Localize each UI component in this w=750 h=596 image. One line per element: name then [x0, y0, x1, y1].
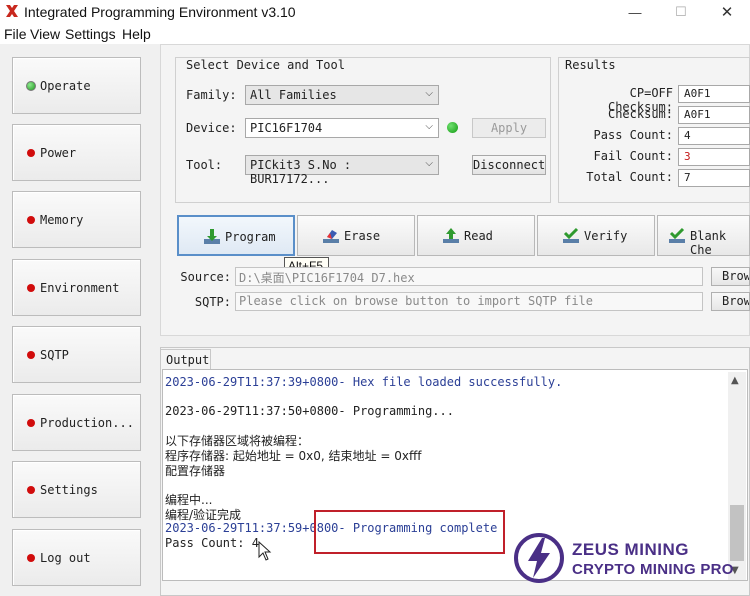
result-label: Fail Count:: [593, 149, 673, 163]
blank-check-icon: [669, 227, 685, 243]
result-label: Checksum:: [607, 107, 673, 121]
sidebar-item-power[interactable]: Power: [12, 124, 141, 181]
result-label: Total Count:: [586, 170, 673, 184]
result-value: 3: [678, 148, 750, 166]
title-bar: Integrated Programming Environment v3.10…: [0, 0, 750, 24]
program-download-icon: [204, 229, 220, 244]
verify-check-icon: [563, 227, 579, 243]
device-label: Device:: [186, 121, 237, 135]
read-upload-icon: [443, 228, 459, 243]
family-value: All Families: [250, 88, 337, 102]
result-value: A0F1: [678, 106, 750, 124]
menu-file[interactable]: File: [4, 26, 27, 42]
verify-label: Verify: [584, 229, 628, 243]
erase-icon: [323, 230, 339, 243]
log-line: 2023-06-29T11:37:50+0800- Programming...: [165, 404, 454, 418]
result-value: 7: [678, 169, 750, 187]
read-label: Read: [464, 229, 493, 243]
status-dot-icon: [27, 419, 35, 427]
close-button[interactable]: ✕: [704, 0, 750, 24]
sidebar-item-label: Environment: [40, 281, 120, 295]
sidebar-item-memory[interactable]: Memory: [12, 191, 141, 248]
watermark-logo-icon: [514, 533, 564, 583]
sidebar-item-label: Memory: [40, 213, 84, 227]
status-dot-icon: [27, 284, 35, 292]
results-title: Results: [562, 58, 619, 72]
sidebar-item-label: Log out: [40, 551, 91, 565]
scrollbar-thumb[interactable]: [730, 505, 744, 561]
disconnect-button[interactable]: Disconnect: [472, 155, 546, 175]
result-value: 4: [678, 127, 750, 145]
sidebar-item-operate[interactable]: Operate: [12, 57, 141, 114]
sqtp-label: SQTP:: [194, 295, 231, 309]
blank-check-label: Blank Che: [690, 229, 727, 257]
status-dot-icon: [27, 554, 35, 562]
sqtp-path-field[interactable]: Please click on browse button to import …: [235, 292, 703, 311]
watermark-line2: CRYPTO MINING PRO: [572, 561, 734, 578]
sqtp-browse-button[interactable]: Brow: [711, 292, 750, 311]
sidebar-item-label: Power: [40, 146, 77, 160]
chevron-down-icon: ⌵: [425, 121, 433, 132]
apply-button[interactable]: Apply: [472, 118, 546, 138]
sidebar-item-sqtp[interactable]: SQTP: [12, 326, 141, 383]
log-line: 2023-06-29T11:37:39+0800- Hex file loade…: [165, 375, 563, 389]
sidebar-item-environment[interactable]: Environment: [12, 259, 141, 316]
watermark-line1: ZEUS MINING: [572, 540, 689, 559]
sidebar-item-settings[interactable]: Settings: [12, 461, 141, 518]
sidebar-item-production[interactable]: Production...: [12, 394, 141, 451]
program-label: Program: [225, 230, 276, 244]
family-label: Family:: [186, 88, 237, 102]
status-dot-icon: [27, 351, 35, 359]
source-path-field[interactable]: D:\桌面\PIC16F1704 D7.hex: [235, 267, 703, 286]
scroll-up-icon[interactable]: ▲: [731, 375, 739, 386]
family-select[interactable]: All Families ⌵: [245, 85, 439, 105]
status-dot-icon: [27, 149, 35, 157]
app-logo-icon: [6, 5, 18, 17]
device-value: PIC16F1704: [250, 121, 323, 135]
window-title: Integrated Programming Environment v3.10: [24, 4, 296, 20]
source-label: Source:: [180, 270, 231, 284]
chevron-down-icon: ⌵: [425, 88, 433, 99]
menu-help[interactable]: Help: [122, 26, 151, 42]
tool-select[interactable]: PICkit3 S.No : BUR17172... ⌵: [245, 155, 439, 186]
sidebar-item-label: Operate: [40, 79, 91, 93]
maximize-button[interactable]: ☐: [658, 0, 704, 24]
program-button[interactable]: Program: [177, 215, 295, 256]
menu-settings[interactable]: Settings: [65, 26, 116, 42]
minimize-button[interactable]: —: [612, 0, 658, 24]
menu-view[interactable]: View: [30, 26, 60, 42]
result-label: Pass Count:: [593, 128, 673, 142]
source-path-value: D:\桌面\PIC16F1704 D7.hex: [239, 271, 415, 285]
result-value: A0F1: [678, 85, 750, 103]
erase-label: Erase: [344, 229, 381, 243]
status-led-icon: [26, 81, 36, 91]
read-button[interactable]: Read: [417, 215, 535, 256]
sqtp-placeholder: Please click on browse button to import …: [239, 294, 594, 308]
log-line: 配置存储器: [165, 464, 226, 478]
sidebar-item-log-out[interactable]: Log out: [12, 529, 141, 586]
menu-bar: File View Settings Help: [0, 24, 750, 44]
verify-button[interactable]: Verify: [537, 215, 655, 256]
device-group-title: Select Device and Tool: [183, 58, 348, 72]
mouse-cursor-icon: [258, 541, 272, 561]
status-dot-icon: [27, 216, 35, 224]
blank-check-button[interactable]: Blank Che: [657, 215, 750, 257]
source-browse-button[interactable]: Brow: [711, 267, 750, 286]
log-line: Pass Count: 4: [165, 536, 259, 550]
erase-button[interactable]: Erase: [297, 215, 415, 256]
annotation-highlight-box: [314, 510, 505, 554]
chevron-down-icon: ⌵: [425, 158, 433, 169]
device-status-led-icon: [447, 122, 458, 133]
status-dot-icon: [27, 486, 35, 494]
tool-label: Tool:: [186, 158, 223, 172]
sidebar-item-label: Production...: [40, 416, 134, 430]
device-select[interactable]: PIC16F1704 ⌵: [245, 118, 439, 138]
sidebar-item-label: Settings: [40, 483, 98, 497]
output-tab[interactable]: Output: [160, 349, 211, 369]
sidebar-item-label: SQTP: [40, 348, 69, 362]
